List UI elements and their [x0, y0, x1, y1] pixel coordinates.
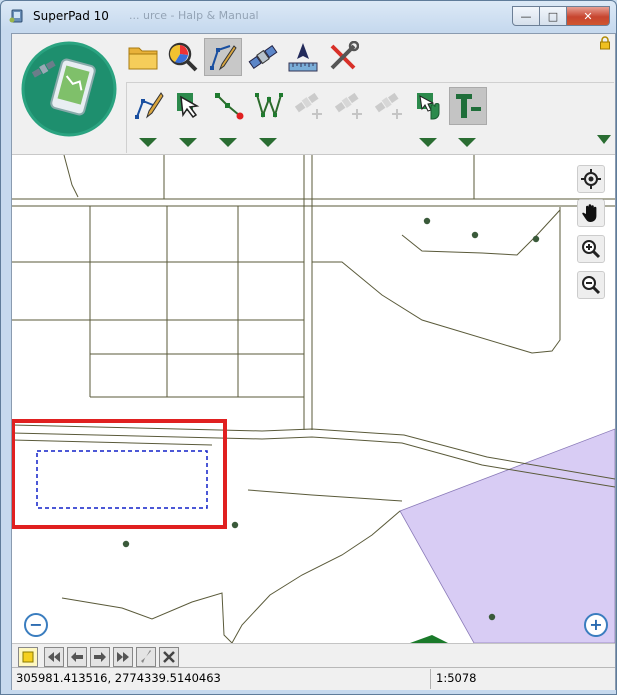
navigation-bar	[12, 643, 615, 668]
maximize-button[interactable]: □	[539, 6, 567, 26]
brush-icon	[141, 650, 151, 663]
main-toolbar	[124, 38, 364, 76]
map-point[interactable]	[471, 231, 479, 239]
select-feature-dropdown[interactable]	[179, 138, 197, 147]
text-tool-dropdown[interactable]	[458, 138, 476, 147]
zoom-out-icon	[582, 276, 601, 295]
open-folder-button[interactable]	[124, 38, 162, 76]
minimize-button[interactable]: —	[512, 6, 540, 26]
zoom-in-button[interactable]	[577, 235, 605, 263]
window-title: SuperPad 10	[33, 9, 109, 23]
right-arrow-icon	[94, 652, 106, 662]
pen-vertex-icon	[210, 45, 237, 71]
gps-add-icon	[294, 92, 322, 119]
title-bar[interactable]: SuperPad 10 ... urce - Halp & Manual — □…	[1, 1, 616, 31]
client-area: − + 305981.413516, 2774339.5140463 1:507…	[11, 33, 616, 690]
gps-point-button[interactable]	[291, 87, 327, 123]
coordinate-readout: 305981.413516, 2774339.5140463	[16, 671, 221, 685]
gps-add-icon	[374, 92, 402, 119]
draw-line-button[interactable]	[131, 87, 167, 123]
background-window-text: ... urce - Halp & Manual	[129, 9, 259, 22]
query-button[interactable]	[164, 38, 202, 76]
app-window: SuperPad 10 ... urce - Halp & Manual — □…	[0, 0, 617, 695]
lock-icon[interactable]	[599, 36, 611, 50]
scale-readout: 1:5078	[436, 671, 477, 685]
target-icon	[581, 169, 601, 189]
superpad-logo-icon	[21, 41, 117, 137]
status-divider	[430, 669, 431, 689]
map-point[interactable]	[488, 613, 496, 621]
magnifier-chart-icon	[168, 42, 198, 72]
map-point[interactable]	[532, 235, 540, 243]
polyline-icon	[255, 93, 283, 119]
gps-polygon-button[interactable]	[371, 87, 407, 123]
close-button[interactable]: ✕	[566, 6, 610, 26]
satellite-icon	[248, 44, 278, 70]
double-left-arrow-icon	[48, 652, 60, 662]
add-vertex-dropdown[interactable]	[219, 138, 237, 147]
edit-mode-button[interactable]	[204, 38, 242, 76]
green-feature-polygon	[410, 635, 448, 643]
vertex-icon	[215, 93, 244, 120]
map-canvas[interactable]	[12, 155, 615, 643]
feature-hand-icon	[417, 93, 440, 120]
toolbar-overflow-dropdown[interactable]	[597, 135, 611, 144]
layer-button[interactable]	[18, 647, 38, 667]
measure-button[interactable]	[284, 38, 322, 76]
map-point[interactable]	[231, 521, 239, 529]
locate-button[interactable]	[577, 165, 605, 193]
double-right-arrow-icon	[117, 652, 129, 662]
last-record-button[interactable]	[113, 647, 133, 667]
draw-line-dropdown[interactable]	[139, 138, 157, 147]
polyline-edit-dropdown[interactable]	[259, 138, 277, 147]
clear-selection-button[interactable]	[159, 647, 179, 667]
purple-parcel-polygon	[399, 428, 615, 643]
hand-icon	[582, 204, 597, 222]
select-arrow-icon	[177, 93, 200, 119]
attribute-edit-button[interactable]	[411, 87, 447, 123]
edit-toolbar	[126, 82, 614, 153]
flash-feature-button[interactable]	[136, 647, 156, 667]
pan-button[interactable]	[577, 199, 605, 227]
previous-record-button[interactable]	[67, 647, 87, 667]
text-icon	[456, 94, 481, 118]
gps-button[interactable]	[244, 38, 282, 76]
close-x-icon	[163, 651, 175, 663]
tools-icon	[330, 41, 359, 70]
zoom-in-icon	[582, 240, 601, 259]
next-record-button[interactable]	[90, 647, 110, 667]
zoom-in-circle-button[interactable]: +	[584, 613, 608, 637]
left-arrow-icon	[71, 652, 83, 662]
map-point[interactable]	[423, 217, 431, 225]
map-point[interactable]	[122, 540, 130, 548]
select-feature-button[interactable]	[171, 87, 207, 123]
folder-icon	[128, 47, 158, 70]
zoom-out-circle-button[interactable]: −	[24, 613, 48, 637]
status-bar: 305981.413516, 2774339.5140463 1:5078	[12, 667, 615, 690]
layer-icon	[22, 651, 34, 663]
add-vertex-button[interactable]	[211, 87, 247, 123]
map-view[interactable]: − +	[12, 155, 615, 643]
app-icon	[9, 9, 23, 23]
gps-line-button[interactable]	[331, 87, 367, 123]
gps-add-icon	[334, 92, 362, 119]
pen-line-icon	[135, 92, 164, 119]
polyline-edit-button[interactable]	[251, 87, 287, 123]
ruler-arrow-icon	[288, 43, 318, 72]
text-tool-button[interactable]	[449, 87, 487, 125]
zoom-out-button[interactable]	[577, 271, 605, 299]
settings-button[interactable]	[324, 38, 362, 76]
attribute-edit-dropdown[interactable]	[419, 138, 437, 147]
first-record-button[interactable]	[44, 647, 64, 667]
selection-rectangle[interactable]	[36, 450, 208, 509]
toolbar	[12, 34, 615, 155]
